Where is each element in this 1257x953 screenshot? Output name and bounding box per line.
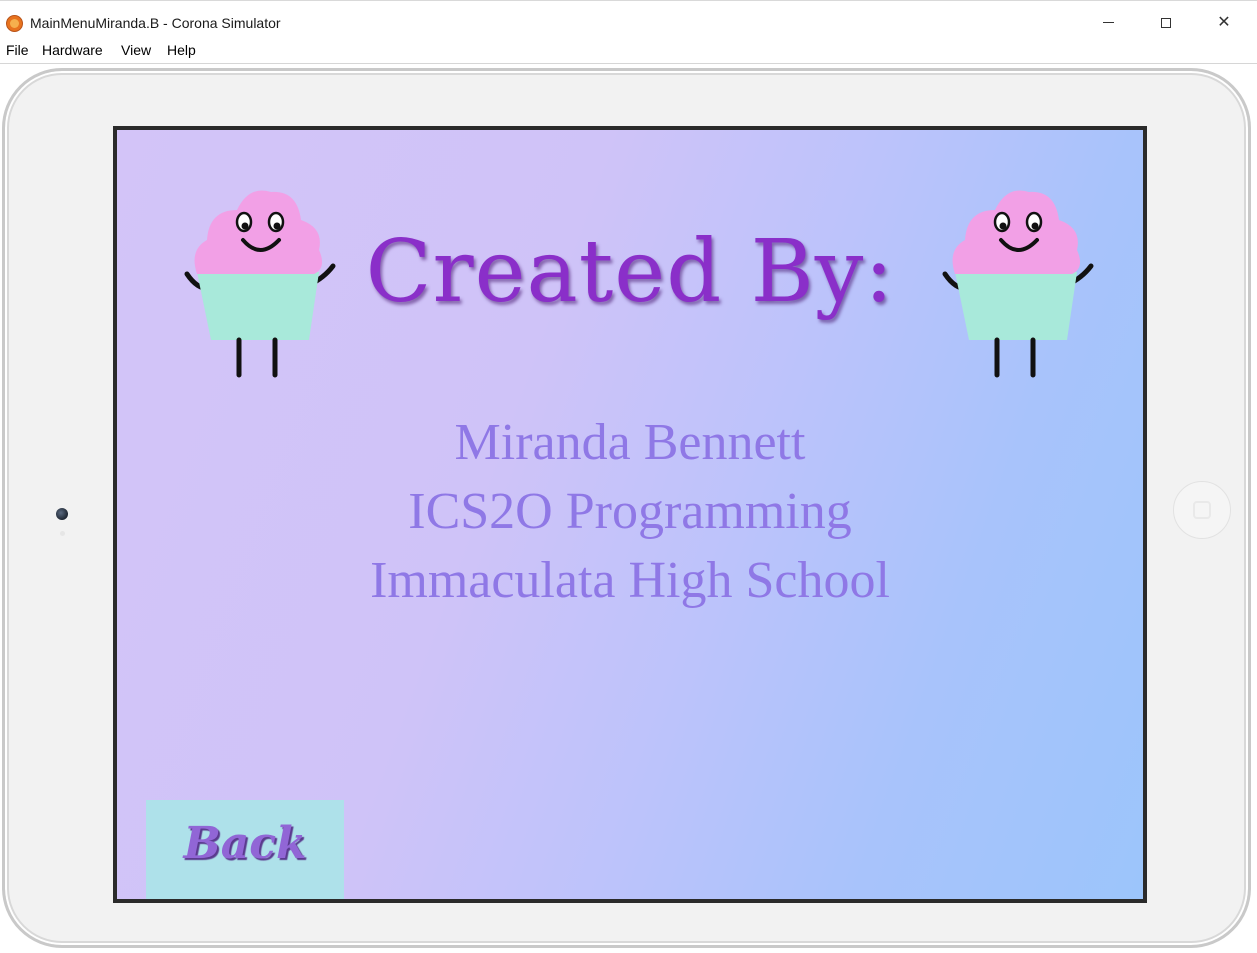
credit-course: ICS2O Programming: [408, 483, 852, 540]
maximize-button[interactable]: [1143, 7, 1189, 37]
credits-scene: Created By: Miranda Bennett ICS2O Progra…: [117, 130, 1143, 899]
close-button[interactable]: ✕: [1201, 7, 1247, 37]
back-button-label: Back: [183, 818, 307, 869]
menu-bar: File Hardware View Help: [0, 40, 1257, 64]
window-title: MainMenuMiranda.B - Corona Simulator: [30, 15, 281, 31]
credits-text: Miranda Bennett ICS2O Programming Immacu…: [117, 408, 1143, 615]
minimize-icon: [1102, 22, 1114, 23]
home-square-icon: [1193, 501, 1211, 519]
credit-author: Miranda Bennett: [454, 414, 806, 471]
maximize-icon: [1161, 17, 1171, 28]
page-title: Created By:: [365, 222, 895, 322]
ipad-device-frame: Created By: Miranda Bennett ICS2O Progra…: [2, 68, 1251, 948]
menu-help[interactable]: Help: [167, 42, 196, 58]
title-bar: MainMenuMiranda.B - Corona Simulator ✕: [0, 0, 1257, 41]
sensor-dot: [60, 531, 65, 536]
front-camera-icon: [56, 508, 68, 520]
back-button[interactable]: Back: [146, 800, 344, 899]
device-screen: Created By: Miranda Bennett ICS2O Progra…: [113, 126, 1147, 903]
credit-school: Immaculata High School: [370, 552, 890, 609]
simulator-viewport: Created By: Miranda Bennett ICS2O Progra…: [0, 64, 1257, 953]
home-button[interactable]: [1173, 481, 1231, 539]
menu-file[interactable]: File: [6, 42, 29, 58]
menu-hardware[interactable]: Hardware: [42, 42, 103, 58]
corona-logo-icon: [6, 15, 23, 32]
close-icon: ✕: [1217, 12, 1231, 31]
minimize-button[interactable]: [1085, 7, 1131, 37]
menu-view[interactable]: View: [121, 42, 151, 58]
